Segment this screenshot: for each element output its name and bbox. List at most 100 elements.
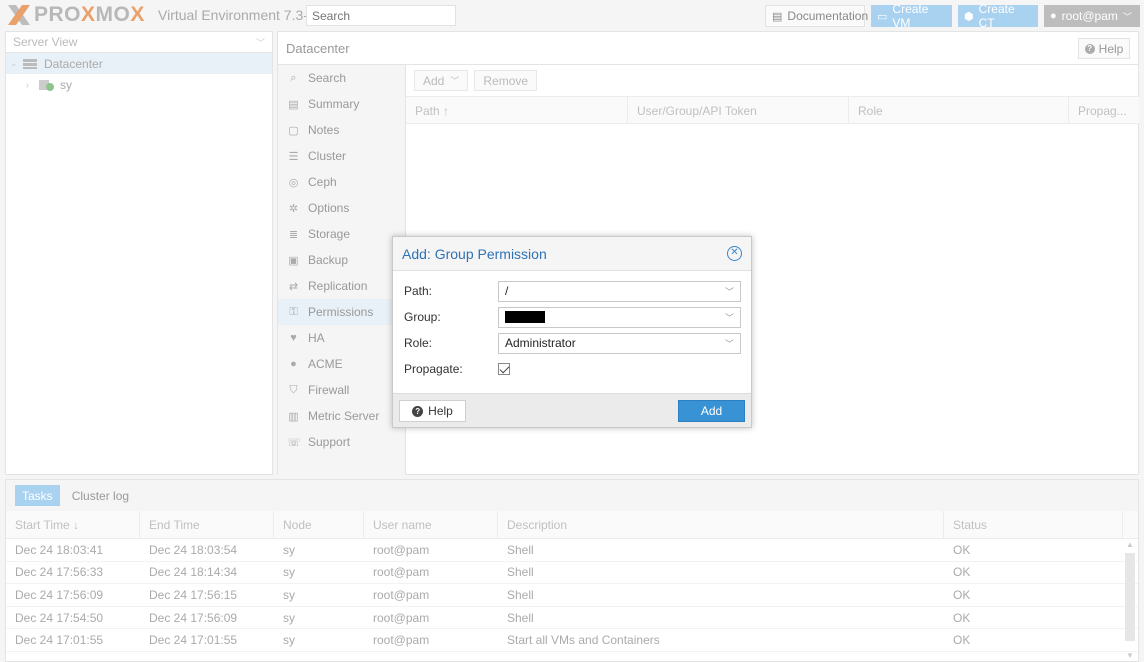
scroll-up-icon[interactable]: ▲ (1124, 540, 1136, 549)
nav-item-options[interactable]: ✲ Options (278, 195, 405, 221)
create-ct-button[interactable]: ⬢ Create CT (958, 2, 1038, 30)
column-header-node[interactable]: Node (274, 511, 364, 538)
remove-button[interactable]: Remove (474, 70, 538, 91)
create-vm-button[interactable]: ▭ Create VM (871, 2, 952, 30)
nav-item-replication[interactable]: ⇄ Replication (278, 273, 405, 299)
path-label: Path: (404, 284, 433, 298)
table-row[interactable]: Dec 24 17:01:55 Dec 24 17:01:55 sy root@pam… (6, 629, 1138, 652)
column-header-start-time[interactable]: Start Time ↓ (6, 511, 140, 538)
resource-tree: Server View ﹀ ⌄ Datacenter › sy (5, 31, 273, 475)
propagate-label: Propagate: (404, 362, 463, 376)
logo-text: PROXMOX (34, 3, 145, 26)
role-combobox[interactable]: Administrator ﹀ (498, 332, 741, 354)
collapse-arrow-icon[interactable]: ⌄ (10, 58, 22, 69)
nav-item-storage[interactable]: ≣ Storage (278, 221, 405, 247)
circle-icon: ● (290, 358, 297, 370)
chevron-down-icon: ﹀ (255, 37, 265, 48)
nav-item-permissions[interactable]: ⚿ Permissions (278, 299, 405, 325)
book-icon: ▤ (288, 98, 299, 111)
tree-item-node-sy[interactable]: › sy (6, 74, 272, 95)
log-scrollbar[interactable]: ▲ ▼ (1124, 540, 1136, 660)
nav-item-acme[interactable]: ● ACME (278, 351, 405, 377)
bar-chart-icon: ▥ (288, 410, 299, 423)
dialog-footer: ? Help Add (393, 393, 751, 427)
add-menu-button[interactable]: Add ﹀ (414, 70, 469, 91)
nav-item-metric-server[interactable]: ▥ Metric Server (278, 403, 405, 429)
proxmox-x-icon (8, 5, 30, 25)
chevron-down-icon: ﹀ (450, 76, 460, 86)
column-header-propagate[interactable]: Propag... (1069, 97, 1139, 123)
database-icon: ≣ (288, 228, 299, 241)
propagate-checkbox[interactable] (498, 363, 510, 375)
tab-cluster-log[interactable]: Cluster log (65, 485, 136, 506)
table-row[interactable]: Dec 24 17:56:33 Dec 24 18:14:34 sy root@pam… (6, 562, 1138, 585)
nav-item-ha[interactable]: ♥ HA (278, 325, 405, 351)
floppy-icon: ▣ (288, 254, 299, 267)
chevron-down-icon[interactable]: ﹀ (725, 285, 734, 298)
nav-item-cluster[interactable]: ☰ Cluster (278, 143, 405, 169)
nav-item-search[interactable]: ⌕ Search (278, 65, 405, 91)
expand-arrow-icon[interactable]: › (26, 80, 38, 90)
proxmox-logo: PROXMOX (6, 2, 145, 28)
nav-item-ceph[interactable]: ◎ Ceph (278, 169, 405, 195)
table-row[interactable]: Dec 24 17:54:50 Dec 24 17:56:09 sy root@pam… (6, 607, 1138, 630)
datacenter-icon (23, 58, 37, 69)
user-menu-button[interactable]: ● root@pam ﹀ (1044, 5, 1140, 27)
nav-item-support[interactable]: ☏ Support (278, 429, 405, 455)
user-icon: ● (1050, 10, 1057, 22)
group-row: Group: ﹀ (404, 306, 742, 328)
nav-item-firewall[interactable]: ⛉ Firewall (278, 377, 405, 403)
path-combobox[interactable]: / ﹀ (498, 280, 741, 302)
column-header-role[interactable]: Role (849, 97, 1069, 123)
log-header: Start Time ↓ End Time Node User name Des… (6, 511, 1138, 539)
chevron-down-icon[interactable]: ﹀ (725, 337, 734, 350)
column-header-user-name[interactable]: User name (364, 511, 498, 538)
ceph-icon: ◎ (288, 176, 299, 189)
redacted-value (505, 311, 545, 323)
column-header-path[interactable]: Path ↑ (406, 97, 628, 123)
grid-header: Path ↑ User/Group/API Token Role Propag.… (406, 96, 1139, 124)
column-header-end-time[interactable]: End Time (140, 511, 274, 538)
tree-item-datacenter[interactable]: ⌄ Datacenter (6, 53, 272, 74)
desktop-icon: ▭ (877, 10, 888, 23)
top-bar: PROXMOX Virtual Environment 7.3-3 ▤Docum… (0, 0, 1144, 30)
question-icon: ? (1084, 43, 1095, 54)
documentation-button[interactable]: ▤ Documentation (765, 5, 868, 27)
nav-item-notes[interactable]: ▢ Notes (278, 117, 405, 143)
scrollbar-thumb[interactable] (1125, 553, 1135, 641)
unlock-icon: ⚿ (289, 305, 298, 318)
grid-toolbar: Add ﹀ Remove (406, 65, 1139, 96)
column-header-status[interactable]: Status (944, 511, 1123, 538)
table-row[interactable]: Dec 24 18:03:41 Dec 24 18:03:54 sy root@pam… (6, 539, 1138, 562)
datacenter-nav: ⌕ Search ▤ Summary ▢ Notes ☰ Cluster ◎ Ceph ✲… (278, 65, 406, 475)
column-header-description[interactable]: Description (498, 511, 944, 538)
nav-item-summary[interactable]: ▤ Summary (278, 91, 405, 117)
heartbeat-icon: ♥ (290, 332, 297, 344)
group-combobox[interactable]: ﹀ (498, 306, 741, 328)
scroll-down-icon[interactable]: ▼ (1124, 651, 1136, 660)
version-label: Virtual Environment 7.3-3 (158, 7, 316, 23)
view-selector[interactable]: Server View ﹀ (6, 32, 272, 53)
dialog-help-button[interactable]: ? Help (399, 400, 466, 422)
node-icon (39, 79, 54, 91)
dialog-header: Add: Group Permission ✕ (393, 237, 751, 271)
nav-item-backup[interactable]: ▣ Backup (278, 247, 405, 273)
table-row[interactable]: Dec 24 17:56:09 Dec 24 17:56:15 sy root@pam… (6, 584, 1138, 607)
book-icon: ▤ (772, 10, 783, 23)
question-icon: ? (412, 405, 424, 417)
chevron-down-icon[interactable]: ﹀ (725, 311, 734, 324)
search-icon: ⌕ (290, 71, 297, 84)
cube-icon: ⬢ (964, 10, 974, 23)
notes-icon: ▢ (288, 124, 299, 137)
help-button[interactable]: ? Help (1078, 38, 1130, 59)
role-row: Role: Administrator ﹀ (404, 332, 742, 354)
content-header: Datacenter ? Help (278, 32, 1138, 65)
path-row: Path: / ﹀ (404, 280, 742, 302)
tab-tasks[interactable]: Tasks (15, 485, 60, 506)
column-header-user-group[interactable]: User/Group/API Token (628, 97, 849, 123)
close-icon[interactable]: ✕ (727, 246, 742, 261)
role-label: Role: (404, 336, 433, 350)
global-search-input[interactable] (306, 5, 456, 26)
retweet-icon: ⇄ (288, 280, 299, 293)
dialog-add-button[interactable]: Add (678, 400, 745, 422)
